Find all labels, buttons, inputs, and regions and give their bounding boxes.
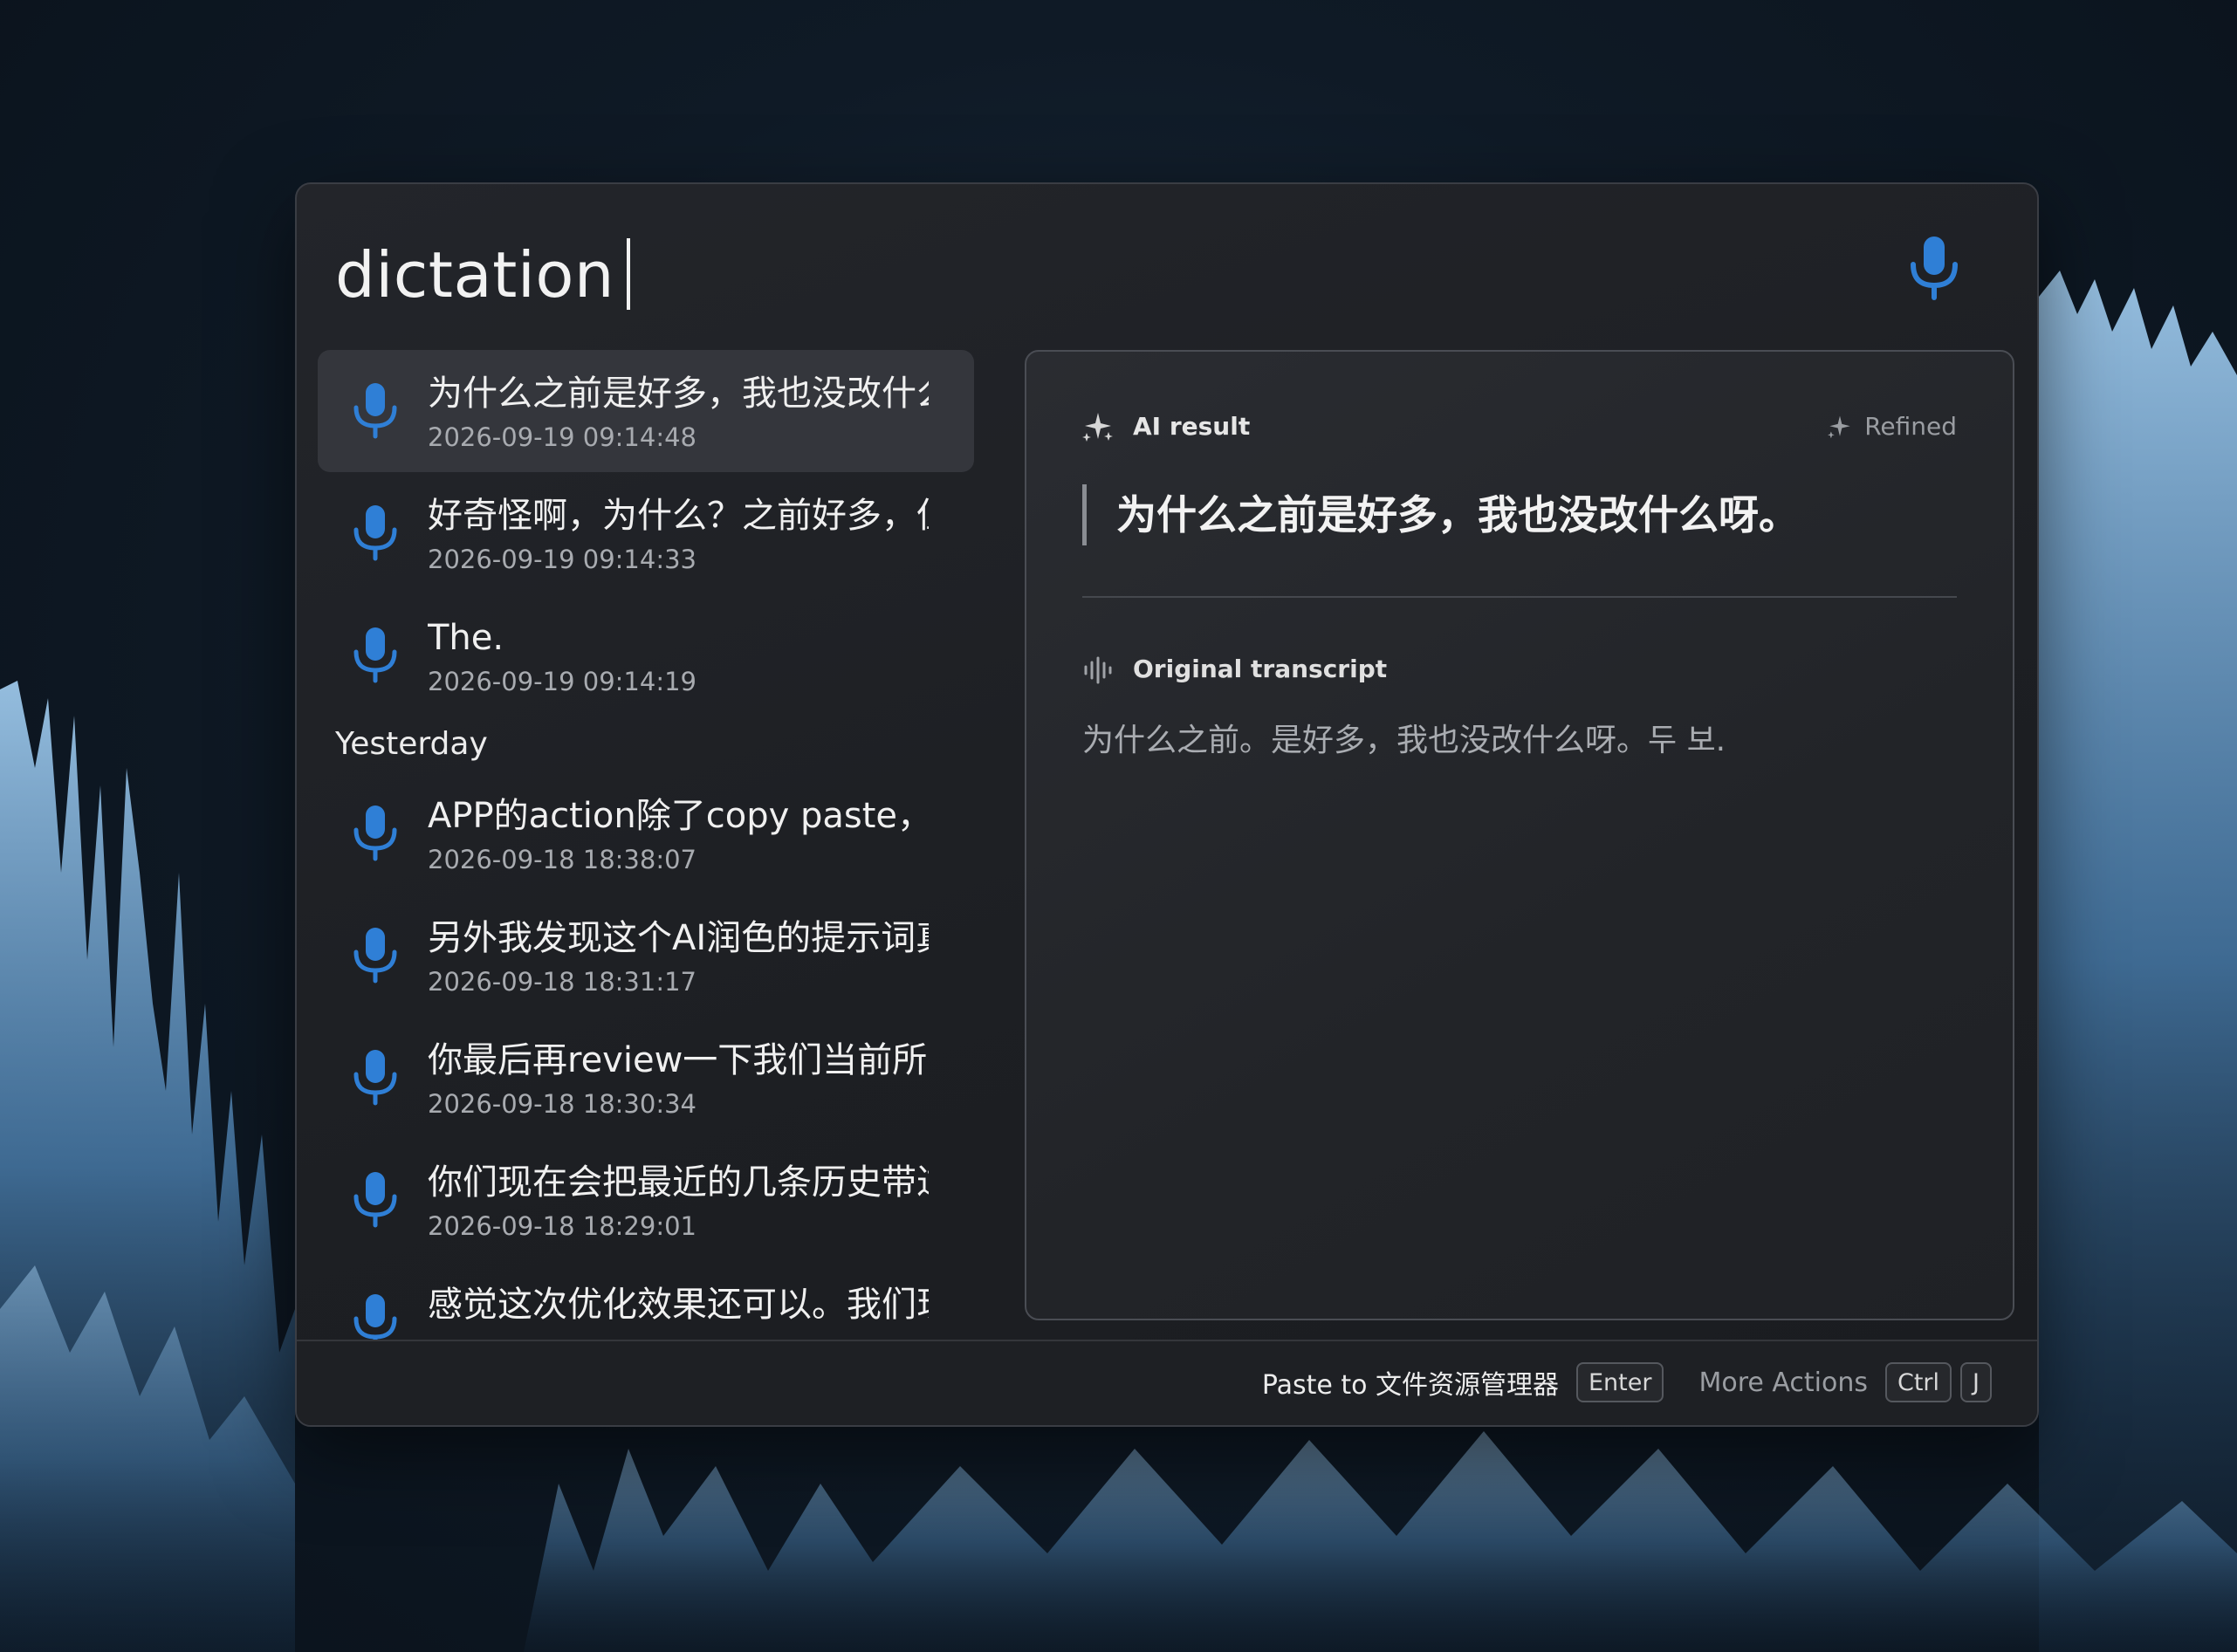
microphone-icon [353,505,397,561]
item-date: 2026-09-18 18:29:01 [428,1211,696,1241]
item-title: APP的action除了copy paste，还想 [428,796,929,836]
item-title: 好奇怪啊，为什么？之前好多，但是 [428,496,929,536]
item-title: 你最后再review一下我们当前所有的 [428,1040,929,1080]
list-item[interactable]: 为什么之前是好多，我也没改什么呀。 2026-09-19 09:14:48 [318,350,974,472]
ctrl-key-hint: Ctrl [1884,1362,1952,1402]
item-date: 2026-09-18 18:30:34 [428,1089,696,1119]
item-date: 2026-09-18 18:31:17 [428,967,696,997]
list-item[interactable]: 你们现在会把最近的几条历史带过去 2026-09-18 18:29:01 [318,1139,974,1261]
history-list[interactable]: 为什么之前是好多，我也没改什么呀。 2026-09-19 09:14:48 好奇… [318,350,974,1341]
sparkle-icon [1082,413,1113,442]
original-transcript-label: Original transcript [1133,655,1388,683]
item-date: 2026-09-18 18:38:07 [428,845,696,874]
original-transcript-header: Original transcript [1082,650,1957,689]
microphone-icon [353,1294,397,1341]
item-title: 为什么之前是好多，我也没改什么呀。 [428,374,929,414]
group-label-yesterday: Yesterday [335,726,488,762]
item-title: The. [428,618,504,658]
item-date: 2026-09-19 09:14:19 [428,667,696,696]
text-caret [627,238,631,311]
paste-action[interactable]: Paste to 文件资源管理器 [1262,1363,1559,1402]
microphone-icon[interactable] [1906,235,1962,301]
list-item[interactable]: The. 2026-09-19 09:14:19 [318,594,974,716]
divider [1082,596,1957,598]
list-item[interactable]: 感觉这次优化效果还可以。我们现在 [318,1261,974,1341]
list-item[interactable]: 另外我发现这个AI润色的提示词真的 2026-09-18 18:31:17 [318,895,974,1017]
item-date: 2026-09-19 09:14:33 [428,545,696,574]
microphone-icon [353,383,397,439]
refined-badge: Refined [1828,408,1957,446]
list-item[interactable]: APP的action除了copy paste，还想 2026-09-18 18:… [318,772,974,895]
item-title: 你们现在会把最近的几条历史带过去 [428,1162,929,1203]
item-date: 2026-09-19 09:14:48 [428,422,696,452]
waveform-icon [1084,656,1112,684]
search-query: dictation [335,238,615,312]
list-item[interactable]: 你最后再review一下我们当前所有的 2026-09-18 18:30:34 [318,1017,974,1139]
microphone-icon [353,1172,397,1228]
item-title: 另外我发现这个AI润色的提示词真的 [428,918,929,958]
microphone-icon [353,627,397,683]
list-item[interactable]: 好奇怪啊，为什么？之前好多，但是 2026-09-19 09:14:33 [318,472,974,594]
ai-result-text: 为什么之前是好多，我也没改什么呀。 [1082,484,1957,545]
more-actions-button[interactable]: More Actions [1698,1368,1868,1398]
enter-key-hint: Enter [1576,1362,1664,1402]
detail-panel: AI result Refined 为什么之前是好多，我也没改什么呀。 Orig… [1025,350,2014,1320]
item-title: 感觉这次优化效果还可以。我们现在 [428,1285,929,1325]
j-key-hint: J [1960,1362,1992,1402]
original-transcript-text: 为什么之前。是好多，我也没改什么呀。두 보. [1082,723,1726,758]
dictation-window: dictation 为什么之前是好多，我也没改什么呀。 2026-09-19 0… [295,182,2039,1427]
microphone-icon [353,1050,397,1106]
microphone-icon [353,805,397,861]
action-bar: Paste to 文件资源管理器 Enter More Actions Ctrl… [297,1340,2037,1425]
ai-result-header: AI result Refined [1082,408,1957,446]
search-bar[interactable]: dictation [297,184,2037,341]
refined-label: Refined [1864,412,1957,441]
sparkle-icon [1828,415,1850,439]
ai-result-label: AI result [1133,412,1251,441]
microphone-icon [353,928,397,984]
search-input[interactable]: dictation [335,231,631,319]
